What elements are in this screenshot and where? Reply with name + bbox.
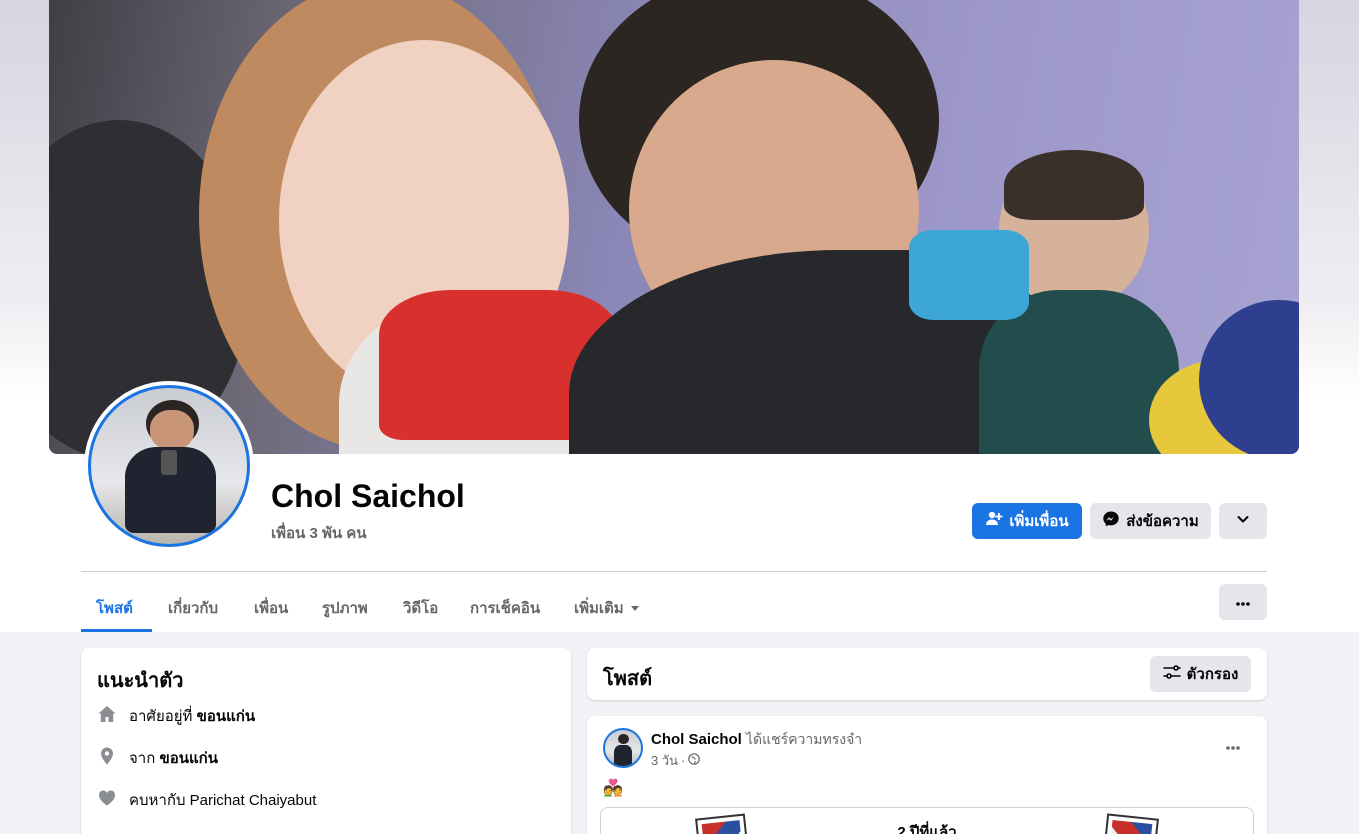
- add-friend-label: เพิ่มเพื่อน: [1009, 513, 1069, 530]
- tab-about-label: เกี่ยวกับ: [168, 600, 219, 617]
- globe-icon: [688, 753, 701, 768]
- ellipsis-icon: [1225, 738, 1241, 755]
- add-person-icon: [985, 510, 1003, 532]
- location-pin-icon: [97, 746, 117, 770]
- add-friend-button[interactable]: เพิ่มเพื่อน: [972, 503, 1082, 539]
- tab-more-label: เพิ่มเติม: [574, 600, 624, 617]
- chevron-down-icon: [1236, 512, 1250, 530]
- more-profile-actions-button[interactable]: [1219, 503, 1267, 539]
- profile-avatar[interactable]: [84, 381, 254, 551]
- intro-relationship: คบหากับ Parichat Chaiyabut: [97, 788, 316, 812]
- intro-from: จาก ขอนแก่น: [97, 746, 218, 770]
- post-avatar[interactable]: [603, 728, 643, 768]
- profile-header: Chol Saichol เพื่อน 3 พัน คน เพิ่มเพื่อน…: [0, 0, 1359, 632]
- intro-title: แนะนำตัว: [97, 670, 184, 692]
- message-label: ส่งข้อความ: [1126, 513, 1199, 530]
- memory-photo-right: [1103, 813, 1159, 834]
- tab-photos[interactable]: รูปภาพ: [322, 584, 368, 632]
- avatar-image: [88, 385, 250, 547]
- ellipsis-icon: [1235, 594, 1251, 611]
- filter-icon: [1162, 664, 1181, 684]
- filter-label: ตัวกรอง: [1186, 666, 1239, 683]
- tab-videos-label: วิดีโอ: [403, 600, 439, 617]
- lives-prefix: อาศัยอยู่ที่: [129, 708, 193, 725]
- tab-posts[interactable]: โพสต์: [96, 584, 133, 632]
- intro-card: แนะนำตัว อาศัยอยู่ที่ ขอนแก่น จาก ขอนแก่…: [81, 648, 571, 834]
- tab-videos[interactable]: วิดีโอ: [403, 584, 438, 632]
- tabs-more-options-button[interactable]: [1219, 584, 1267, 620]
- post-text: 💑: [603, 780, 623, 797]
- friend-count[interactable]: เพื่อน 3 พัน คน: [271, 521, 367, 545]
- tab-checkins-label: การเช็คอิน: [470, 600, 541, 617]
- tab-more[interactable]: เพิ่มเติม: [574, 584, 640, 632]
- cover-photo[interactable]: [49, 0, 1299, 454]
- intro-lives-in: อาศัยอยู่ที่ ขอนแก่น: [97, 704, 255, 728]
- profile-name: Chol Saichol: [271, 478, 465, 514]
- message-button[interactable]: ส่งข้อความ: [1090, 503, 1211, 539]
- tab-friends[interactable]: เพื่อน: [254, 584, 288, 632]
- memory-preview[interactable]: 2 ปีที่แล้ว: [600, 807, 1254, 834]
- header-divider: [81, 571, 1267, 572]
- rss-icon: [97, 828, 117, 834]
- heart-icon: [97, 788, 117, 812]
- post-header: Chol Saichol ได้แชร์ความทรงจำ: [651, 729, 862, 751]
- from-prefix: จาก: [129, 750, 156, 767]
- post-meta: 3 วัน ·: [651, 750, 701, 771]
- caret-down-icon: [630, 600, 640, 617]
- tab-posts-label: โพสต์: [96, 600, 133, 617]
- tab-photos-label: รูปภาพ: [322, 600, 368, 617]
- post-time[interactable]: 3 วัน: [651, 750, 678, 771]
- post-card: Chol Saichol ได้แชร์ความทรงจำ 3 วัน · 💑 …: [587, 716, 1267, 834]
- post-author-name[interactable]: Chol Saichol: [651, 731, 742, 748]
- filter-button[interactable]: ตัวกรอง: [1150, 656, 1251, 692]
- home-icon: [97, 704, 117, 728]
- messenger-icon: [1102, 510, 1120, 532]
- posts-header-card: โพสต์ ตัวกรอง: [587, 648, 1267, 700]
- from-place[interactable]: ขอนแก่น: [159, 750, 218, 767]
- posts-title: โพสต์: [603, 668, 653, 690]
- tab-checkins[interactable]: การเช็คอิน: [470, 584, 540, 632]
- relationship-text[interactable]: คบหากับ Parichat Chaiyabut: [129, 788, 316, 812]
- post-options-button[interactable]: [1217, 730, 1249, 762]
- post-action-text: ได้แชร์ความทรงจำ: [746, 731, 863, 747]
- active-tab-indicator: [81, 629, 152, 632]
- lives-place[interactable]: ขอนแก่น: [197, 708, 256, 725]
- meta-separator: ·: [681, 753, 686, 768]
- tab-about[interactable]: เกี่ยวกับ: [168, 584, 218, 632]
- tab-friends-label: เพื่อน: [254, 600, 289, 617]
